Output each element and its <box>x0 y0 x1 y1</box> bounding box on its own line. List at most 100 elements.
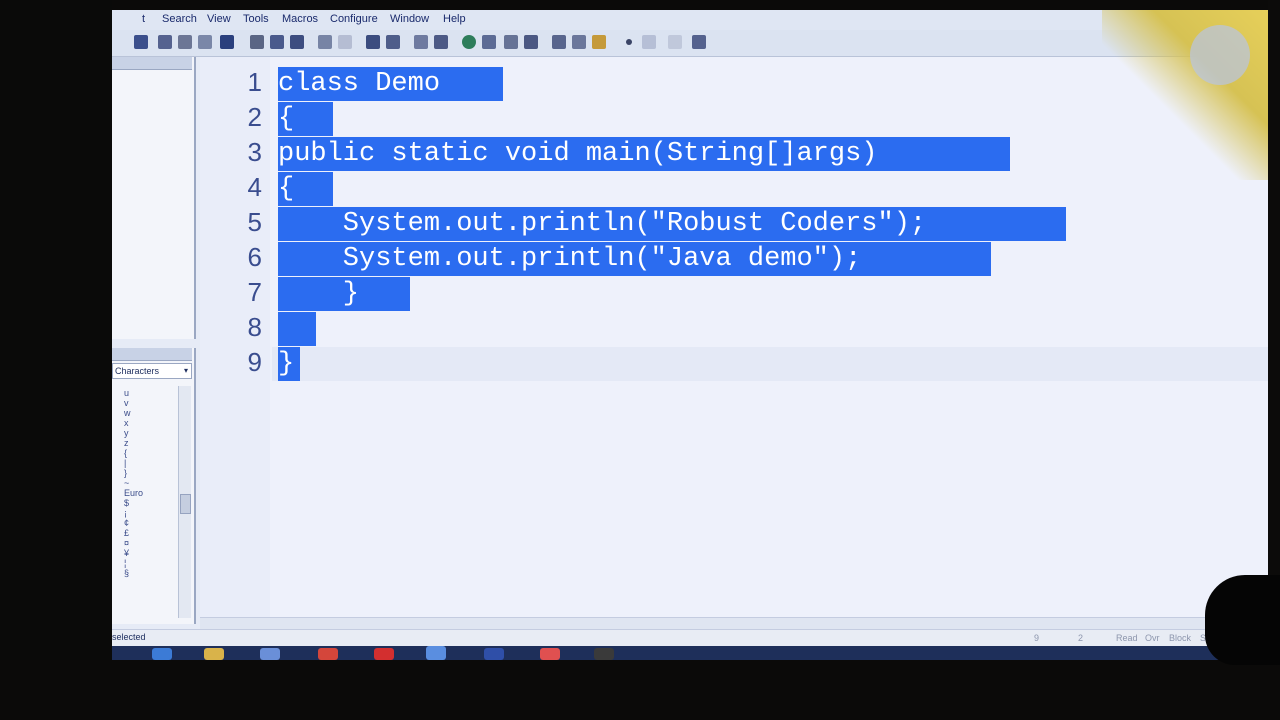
print-preview-icon[interactable] <box>198 35 212 49</box>
menu-search[interactable]: Search <box>162 13 197 25</box>
line-number: 4 <box>247 172 262 202</box>
character-item[interactable]: ¦ <box>124 558 174 568</box>
code-line[interactable]: { <box>278 102 333 136</box>
code-line[interactable]: System.out.println("Java demo"); <box>278 242 991 276</box>
record-icon[interactable] <box>626 39 632 45</box>
characters-dropdown-label: Characters <box>115 366 160 376</box>
chrome-icon[interactable] <box>318 648 338 660</box>
status-line: 9 <box>1034 633 1040 643</box>
character-item[interactable]: § <box>124 568 174 578</box>
character-item[interactable]: ~ <box>124 478 174 488</box>
character-item[interactable]: y <box>124 428 174 438</box>
paste-icon[interactable] <box>290 35 304 49</box>
character-item[interactable]: £ <box>124 528 174 538</box>
character-item[interactable]: { <box>124 448 174 458</box>
panel-header <box>112 348 192 361</box>
code-line[interactable]: } <box>278 347 300 381</box>
line-number: 3 <box>247 137 262 167</box>
status-text: selected <box>112 632 146 642</box>
corner-logo <box>1190 25 1250 85</box>
app-icon[interactable] <box>540 648 560 660</box>
monitor-bezel-bottom <box>0 660 1280 720</box>
current-line-highlight <box>272 347 1268 381</box>
line-number: 1 <box>247 67 262 97</box>
help-icon[interactable] <box>692 35 706 49</box>
menu-tools[interactable]: Tools <box>243 13 269 25</box>
selected-code-text <box>278 312 316 346</box>
monitor-bezel-left <box>0 0 112 720</box>
menu-edit[interactable]: t <box>142 13 145 25</box>
characters-scrollbar[interactable] <box>178 386 191 618</box>
line-number: 5 <box>247 207 262 237</box>
run-icon[interactable] <box>592 35 606 49</box>
save-all-icon[interactable] <box>158 35 172 49</box>
check-icon[interactable] <box>482 35 496 49</box>
menu-view[interactable]: View <box>207 13 231 25</box>
character-item[interactable]: v <box>124 398 174 408</box>
taskbar <box>112 646 1268 660</box>
editor-app-icon[interactable] <box>426 646 446 660</box>
character-item[interactable]: z <box>124 438 174 448</box>
status-col: 2 <box>1078 633 1084 643</box>
folder-icon[interactable] <box>204 648 224 660</box>
copy-icon[interactable] <box>270 35 284 49</box>
scrollbar-thumb[interactable] <box>180 494 191 514</box>
status-ovr: Ovr <box>1145 633 1160 643</box>
line-number: 8 <box>247 312 262 342</box>
character-item[interactable]: $ <box>124 498 174 508</box>
line-number: 2 <box>247 102 262 132</box>
indent-icon[interactable] <box>366 35 380 49</box>
character-item[interactable]: ¢ <box>124 518 174 528</box>
word-wrap-icon[interactable] <box>414 35 428 49</box>
character-item[interactable]: Euro <box>124 488 174 498</box>
character-list: u v w x y z{|} ~ Euro $ ¡ ¢ £ ¤ ¥ ¦ § <box>124 388 174 578</box>
terminal-icon[interactable] <box>594 648 614 660</box>
start-icon[interactable] <box>152 648 172 660</box>
character-item[interactable]: ¡ <box>124 508 174 518</box>
monitor-bezel-top <box>0 0 1280 10</box>
character-item[interactable]: ¥ <box>124 548 174 558</box>
code-line[interactable]: { <box>278 172 333 206</box>
character-item[interactable]: } <box>124 468 174 478</box>
unindent-icon[interactable] <box>386 35 400 49</box>
spell-check-icon[interactable] <box>220 35 234 49</box>
selected-code-text: { <box>278 102 333 136</box>
settings-icon[interactable] <box>552 35 566 49</box>
line-number-gutter: 1 2 3 4 5 6 7 8 9 <box>200 57 270 617</box>
undo-icon[interactable] <box>318 35 332 49</box>
menu-window[interactable]: Window <box>390 13 429 25</box>
media-icon[interactable] <box>260 648 280 660</box>
character-item[interactable]: x <box>124 418 174 428</box>
play-icon[interactable] <box>642 35 656 49</box>
code-line[interactable]: } <box>278 277 410 311</box>
photoshop-icon[interactable] <box>484 648 504 660</box>
code-line[interactable] <box>278 312 316 346</box>
status-bar: selected 9 2 Read Ovr Block Sync <box>112 629 1268 646</box>
selected-code-text: class Demo <box>278 67 503 101</box>
menu-macros[interactable]: Macros <box>282 13 318 25</box>
character-item[interactable]: u <box>124 388 174 398</box>
pilcrow-icon[interactable] <box>434 35 448 49</box>
selected-code-text: } <box>278 347 300 381</box>
code-line[interactable]: class Demo <box>278 67 503 101</box>
save-icon[interactable] <box>134 35 148 49</box>
next-icon[interactable] <box>668 35 682 49</box>
cut-icon[interactable] <box>250 35 264 49</box>
code-line[interactable]: public static void main(String[]args) <box>278 137 1010 171</box>
menu-configure[interactable]: Configure <box>330 13 378 25</box>
menu-help[interactable]: Help <box>443 13 466 25</box>
editor-window: t Search View Tools Macros Configure Win… <box>112 10 1268 660</box>
find-icon[interactable] <box>524 35 538 49</box>
character-item[interactable]: | <box>124 458 174 468</box>
globe-icon[interactable] <box>462 35 476 49</box>
tools-icon[interactable] <box>572 35 586 49</box>
code-line[interactable]: System.out.println("Robust Coders"); <box>278 207 1066 241</box>
print-icon[interactable] <box>178 35 192 49</box>
characters-dropdown[interactable]: Characters ▾ <box>112 363 192 379</box>
opera-icon[interactable] <box>374 648 394 660</box>
sort-icon[interactable] <box>504 35 518 49</box>
character-item[interactable]: w <box>124 408 174 418</box>
character-item[interactable]: ¤ <box>124 538 174 548</box>
panel-header <box>112 57 192 70</box>
redo-icon[interactable] <box>338 35 352 49</box>
